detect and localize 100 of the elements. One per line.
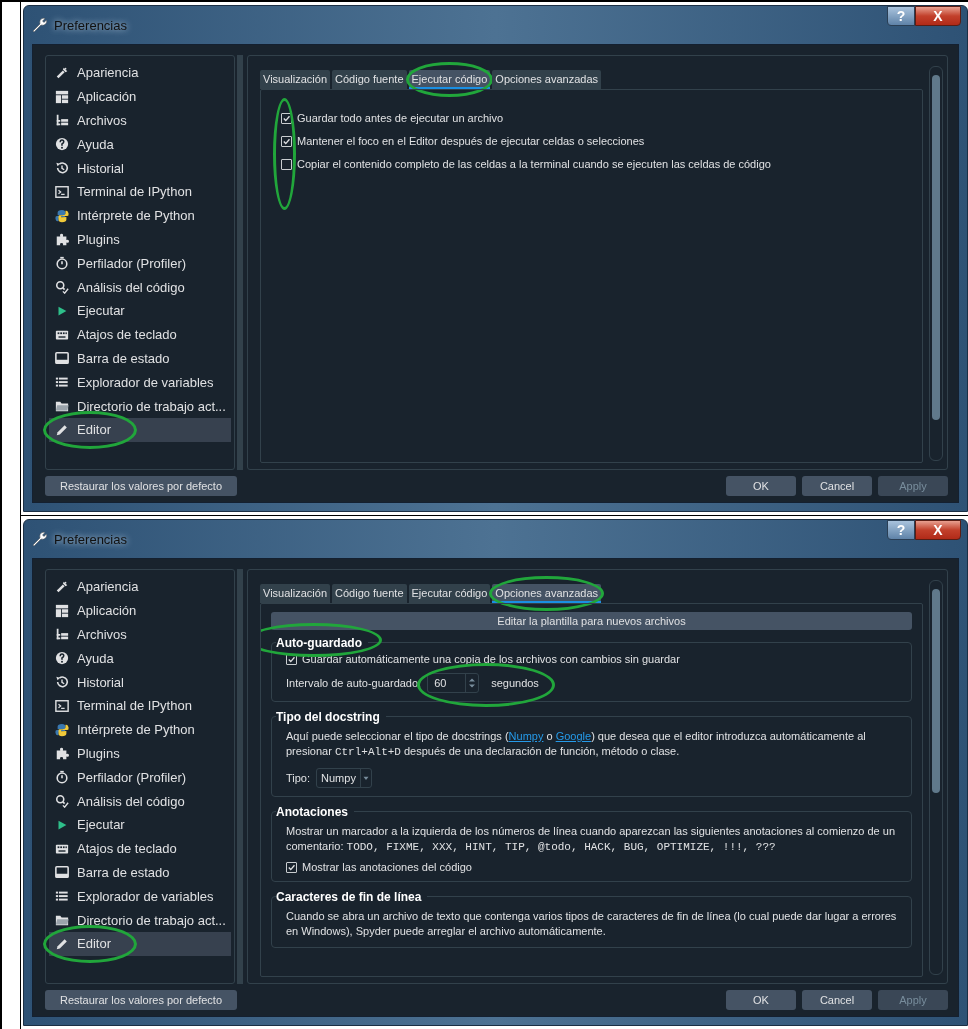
tree-icon	[55, 627, 69, 642]
checkbox[interactable]	[286, 861, 297, 873]
link[interactable]: Numpy	[508, 730, 544, 742]
sidebar-item[interactable]: Perfilador (Profiler)	[49, 765, 231, 790]
folder-icon	[55, 913, 69, 928]
sidebar-item[interactable]: Ejecutar	[49, 298, 231, 323]
magnifier-check-icon	[55, 794, 69, 809]
wrench-icon	[32, 531, 48, 547]
sidebar-item[interactable]: Barra de estado	[49, 860, 231, 885]
checkbox[interactable]	[281, 135, 292, 147]
pencil-icon	[55, 422, 69, 437]
tab[interactable]: Visualización	[260, 70, 330, 89]
tab[interactable]: Código fuente	[332, 584, 407, 603]
sidebar-item[interactable]: Terminal de IPython	[49, 180, 231, 204]
pen-icon	[55, 579, 69, 594]
pencil-icon	[55, 936, 69, 951]
checkbox-label: Guardar todo antes de ejecutar un archivo	[297, 112, 504, 124]
dropdown[interactable]: Numpy	[316, 768, 372, 788]
ok-button[interactable]: OK	[726, 990, 796, 1010]
group-title: Auto-guardado	[276, 636, 362, 650]
checkbox[interactable]	[281, 112, 292, 124]
checkbox-label: Copiar el contenido completo de las celdas a la terminal cuando se ejecuten las celdas de código	[297, 158, 771, 170]
description-text: Aquí puede seleccionar el tipo de docstrings (Numpy o Google) que desea que el editor introduzca automáticamente al presionar Ctrl+Alt+D después de una declaración de función, método o clase.	[286, 729, 867, 760]
checkbox[interactable]	[281, 158, 292, 170]
sidebar-item[interactable]: Editor	[49, 417, 231, 442]
sidebar-item[interactable]: Análisis del código	[49, 789, 231, 813]
sidebar-item[interactable]: Apariencia	[49, 61, 231, 85]
sidebar-item[interactable]: Barra de estado	[49, 346, 231, 371]
link[interactable]: Google	[555, 730, 592, 742]
description-text: Cuando se abra un archivo de texto que contenga varios tipos de caracteres de fin de línea (lo cual puede dar lugar a errores en Windows), Spyder puede arreglar el archivo automáticamente.	[286, 909, 897, 939]
field-label: Intervalo de auto-guardado:	[286, 677, 422, 689]
layout-icon	[55, 89, 69, 104]
tab[interactable]: Código fuente	[332, 70, 407, 89]
sidebar-item[interactable]: Atajos de teclado	[49, 836, 231, 861]
unit-label: segundos	[491, 677, 539, 689]
sidebar-item[interactable]: Historial	[49, 670, 231, 694]
checkbox[interactable]	[286, 653, 297, 665]
splitter-handle[interactable]	[237, 569, 243, 984]
sidebar-item[interactable]: Directorio de trabajo act...	[49, 908, 231, 932]
sidebar-item[interactable]: Atajos de teclado	[49, 322, 231, 347]
ok-button[interactable]: OK	[726, 476, 796, 496]
tab[interactable]: Opciones avanzadas	[492, 584, 602, 603]
terminal-icon	[55, 184, 69, 199]
folder-icon	[55, 399, 69, 414]
sidebar-item[interactable]: Aplicación	[49, 84, 231, 109]
stopwatch-icon	[55, 256, 69, 271]
checkbox-label: Mantener el foco en el Editor después de ejecutar celdas o selecciones	[297, 135, 645, 147]
sidebar-item[interactable]: Ejecutar	[49, 812, 231, 837]
reset-button[interactable]: Restaurar los valores por defecto	[45, 476, 237, 496]
sidebar-item[interactable]: Explorador de variables	[49, 370, 231, 395]
cancel-button[interactable]: Cancel	[802, 476, 872, 496]
stopwatch-icon	[55, 770, 69, 785]
reset-button[interactable]: Restaurar los valores por defecto	[45, 990, 237, 1010]
tab[interactable]: Ejecutar código	[408, 70, 491, 89]
window-icon	[55, 865, 69, 880]
sidebar-item[interactable]: Intérprete de Python	[49, 203, 231, 228]
field-label: Tipo:	[286, 772, 311, 784]
window-title: Preferencias	[54, 531, 127, 547]
cancel-button[interactable]: Cancel	[802, 990, 872, 1010]
window-icon	[55, 351, 69, 366]
sidebar-item[interactable]: Plugins	[49, 741, 231, 766]
scrollbar[interactable]	[929, 66, 943, 461]
history-icon	[55, 161, 69, 176]
sidebar-item[interactable]: Directorio de trabajo act...	[49, 394, 231, 418]
sidebar-item[interactable]: Explorador de variables	[49, 884, 231, 909]
tab[interactable]: Opciones avanzadas	[492, 70, 602, 89]
tab[interactable]: Visualización	[260, 584, 330, 603]
close-button[interactable]: X	[915, 520, 961, 540]
two-tone-logo-icon	[55, 208, 69, 223]
two-tone-logo-icon	[55, 722, 69, 737]
sidebar-item[interactable]: Perfilador (Profiler)	[49, 251, 231, 276]
checkbox-label: Mostrar las anotaciones del código	[302, 861, 472, 873]
sidebar-item[interactable]: Archivos	[49, 108, 231, 133]
sidebar-item[interactable]: Apariencia	[49, 575, 231, 599]
sidebar-item[interactable]: Ayuda	[49, 646, 231, 671]
list-icon	[55, 375, 69, 390]
sidebar-item[interactable]: Intérprete de Python	[49, 717, 231, 742]
help-icon	[55, 137, 69, 152]
close-button[interactable]: X	[915, 6, 961, 26]
scrollbar[interactable]	[929, 580, 943, 975]
group-title: Caracteres de fin de línea	[276, 890, 422, 904]
puzzle-icon	[55, 232, 69, 247]
number-field[interactable]: 60	[427, 673, 480, 693]
layout-icon	[55, 603, 69, 618]
sidebar-item[interactable]: Ayuda	[49, 132, 231, 157]
template-button[interactable]: Editar la plantilla para nuevos archivos	[271, 612, 912, 630]
sidebar-item[interactable]: Terminal de IPython	[49, 694, 231, 718]
sidebar-item[interactable]: Historial	[49, 156, 231, 180]
sidebar-item[interactable]: Editor	[49, 931, 231, 956]
puzzle-icon	[55, 746, 69, 761]
sidebar-item[interactable]: Plugins	[49, 227, 231, 252]
list-icon	[55, 889, 69, 904]
sidebar-item[interactable]: Archivos	[49, 622, 231, 647]
sidebar-item[interactable]: Análisis del código	[49, 275, 231, 299]
tab[interactable]: Ejecutar código	[408, 584, 491, 603]
wrench-icon	[32, 17, 48, 33]
terminal-icon	[55, 698, 69, 713]
sidebar-item[interactable]: Aplicación	[49, 598, 231, 623]
splitter-handle[interactable]	[237, 55, 243, 470]
pen-icon	[55, 65, 69, 80]
